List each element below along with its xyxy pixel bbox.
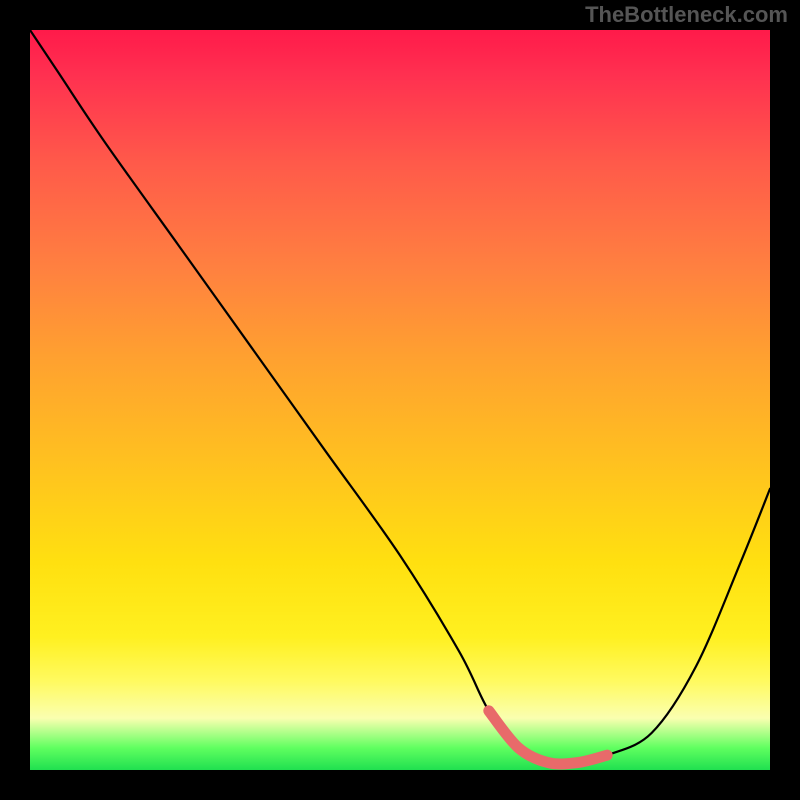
plot-area: [30, 30, 770, 770]
curve-svg: [30, 30, 770, 770]
bottleneck-curve: [30, 30, 770, 764]
chart-container: TheBottleneck.com: [0, 0, 800, 800]
watermark-text: TheBottleneck.com: [585, 2, 788, 28]
highlight-segment: [489, 711, 607, 764]
